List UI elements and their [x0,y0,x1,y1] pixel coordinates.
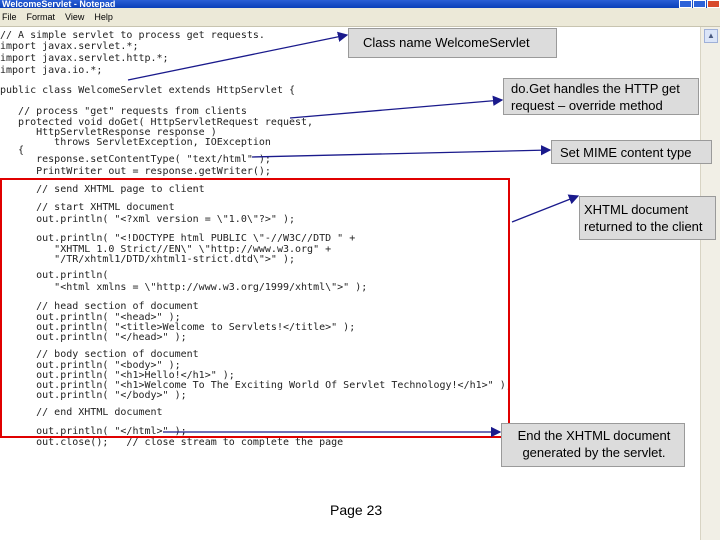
code-line: response.setContentType( "text/html" ); [0,154,271,165]
vertical-scrollbar[interactable]: ▲ [700,27,720,540]
callout-doget: do.Get handles the HTTP get request – ov… [503,78,699,115]
xhtml-highlight-box [0,178,510,438]
window-title: WelcomeServlet - Notepad [2,0,116,8]
close-button[interactable] [707,0,720,8]
menubar: File Format View Help [0,8,720,27]
callout-mime: Set MIME content type [551,140,712,164]
code-line: import java.io.*; [0,65,103,76]
code-line: public class WelcomeServlet extends Http… [0,85,296,96]
callout-end: End the XHTML document generated by the … [501,423,685,467]
scroll-up-arrow-icon[interactable]: ▲ [704,29,718,43]
callout-xhtml: XHTML document returned to the client [579,196,716,240]
window-controls [678,0,720,8]
minimize-button[interactable] [679,0,692,8]
maximize-button[interactable] [693,0,706,8]
menu-format[interactable]: Format [27,12,56,22]
code-line: import javax.servlet.http.*; [0,53,169,64]
window-titlebar: WelcomeServlet - Notepad [0,0,720,8]
code-line: // process "get" requests from clients [0,106,247,117]
code-line: // A simple servlet to process get reque… [0,30,265,41]
menu-help[interactable]: Help [94,12,113,22]
code-line: PrintWriter out = response.getWriter(); [0,166,271,177]
callout-class-name: Class name WelcomeServlet [348,28,557,58]
code-line: import javax.servlet.*; [0,41,139,52]
code-line: throws ServletException, IOException [0,137,271,148]
menu-file[interactable]: File [2,12,17,22]
menu-view[interactable]: View [65,12,84,22]
page-number: Page 23 [330,502,383,518]
code-line: out.close(); // close stream to complete… [0,437,344,448]
